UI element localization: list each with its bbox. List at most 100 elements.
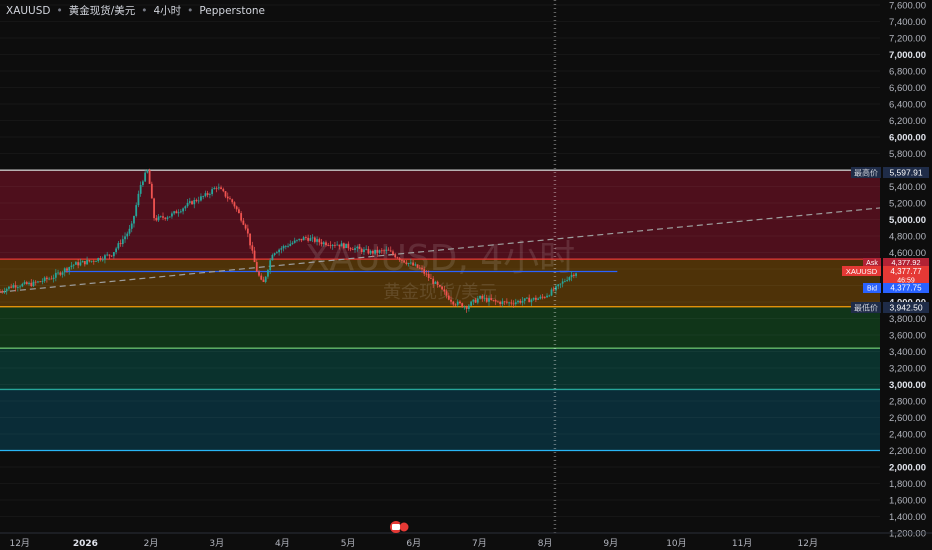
candle-up: [293, 240, 296, 243]
candle-down: [436, 281, 439, 286]
bid-value: 4,377.75: [890, 284, 922, 293]
candle-up: [296, 239, 298, 241]
candle-up: [177, 212, 180, 214]
candle-down: [162, 216, 164, 218]
candle-up: [414, 264, 417, 266]
price-tick-label: 2,800.00: [889, 397, 926, 408]
candle-up: [137, 193, 140, 206]
event-flag-icon[interactable]: [390, 521, 410, 533]
candle-down: [481, 295, 484, 299]
candle-down: [262, 279, 265, 282]
candle-down: [318, 239, 321, 243]
candle-up: [81, 261, 84, 263]
candle-down: [412, 262, 414, 266]
candle-up: [142, 181, 144, 186]
candle-up: [434, 281, 437, 284]
candle-down: [552, 289, 555, 291]
candle-up: [32, 281, 35, 287]
candle-down: [450, 299, 452, 302]
symbol-header[interactable]: XAUUSD • 黄金现货/美元 • 4小时 • Pepperstone: [6, 3, 271, 18]
candle-up: [517, 300, 519, 303]
candle-up: [385, 249, 388, 251]
candle-down: [155, 218, 158, 221]
candle-down: [347, 243, 350, 249]
candle-up: [539, 296, 542, 299]
candle-down: [421, 268, 423, 270]
candle-up: [514, 302, 517, 305]
candle-down: [338, 244, 341, 247]
price-tick-label: 5,400.00: [889, 182, 926, 193]
candle-up: [133, 215, 135, 224]
candle-down: [485, 297, 488, 302]
candle-down: [119, 243, 122, 245]
candle-up: [121, 239, 124, 245]
candle-up: [287, 245, 289, 247]
candle-up: [369, 250, 372, 254]
candle-up: [166, 217, 169, 219]
candle-up: [456, 301, 459, 305]
candle-down: [191, 201, 193, 205]
candle-down: [148, 170, 151, 184]
time-tick-label: 7月: [472, 538, 487, 549]
candle-up: [61, 272, 64, 275]
candle-down: [528, 297, 531, 303]
candle-up: [508, 302, 510, 304]
candle-down: [175, 211, 178, 214]
price-tick-label: 6,400.00: [889, 100, 926, 111]
price-tick-label: 1,600.00: [889, 496, 926, 507]
candle-down: [10, 286, 13, 288]
candle-up: [182, 208, 184, 212]
candle-up: [483, 297, 486, 299]
candle-up: [463, 306, 466, 308]
candle-up: [488, 298, 490, 302]
price-tick-label: 4,800.00: [889, 232, 926, 243]
candle-down: [371, 250, 374, 254]
candle-down: [452, 301, 455, 305]
candle-down: [499, 301, 502, 305]
candle-up: [311, 237, 314, 239]
candle-up: [126, 233, 129, 237]
candle-up: [211, 189, 214, 195]
candle-up: [171, 213, 173, 217]
price-chart[interactable]: XAUUSD, 4小时 黄金现货/美元 1,200.001,400.001,60…: [0, 0, 932, 550]
candle-down: [304, 237, 307, 239]
candle-down: [349, 248, 352, 250]
candle-down: [235, 206, 238, 210]
candle-up: [309, 238, 312, 241]
candle-up: [269, 260, 272, 271]
symbol-description: 黄金现货/美元: [68, 5, 136, 17]
candle-down: [401, 259, 403, 261]
candle-up: [208, 194, 211, 195]
candle-up: [575, 273, 577, 276]
candle-up: [3, 291, 6, 293]
candle-up: [271, 254, 274, 261]
candle-down: [503, 301, 506, 303]
price-tick-label: 6,200.00: [889, 116, 926, 127]
price-tick-label: 7,000.00: [889, 50, 926, 61]
candle-down: [222, 189, 225, 192]
candle-up: [168, 216, 171, 218]
candle-down: [226, 196, 229, 199]
candle-up: [197, 200, 200, 202]
price-tick-label: 6,000.00: [889, 133, 926, 144]
candle-down: [25, 282, 28, 285]
candle-up: [356, 246, 359, 249]
candle-up: [188, 201, 191, 203]
candle-up: [331, 244, 334, 246]
candle-down: [30, 282, 33, 287]
candle-up: [54, 272, 57, 278]
candle-down: [59, 272, 62, 275]
candle-down: [394, 254, 397, 258]
candle-down: [45, 277, 48, 280]
price-tick-label: 5,000.00: [889, 215, 926, 226]
candle-up: [130, 223, 133, 229]
candle-up: [70, 265, 73, 268]
candle-down: [430, 277, 432, 279]
candle-up: [548, 295, 551, 297]
candle-down: [313, 237, 316, 242]
candle-up: [470, 301, 473, 306]
price-tick-label: 1,800.00: [889, 479, 926, 490]
zone-cyan: [0, 389, 880, 451]
candle-down: [224, 191, 227, 197]
candle-down: [490, 298, 493, 300]
